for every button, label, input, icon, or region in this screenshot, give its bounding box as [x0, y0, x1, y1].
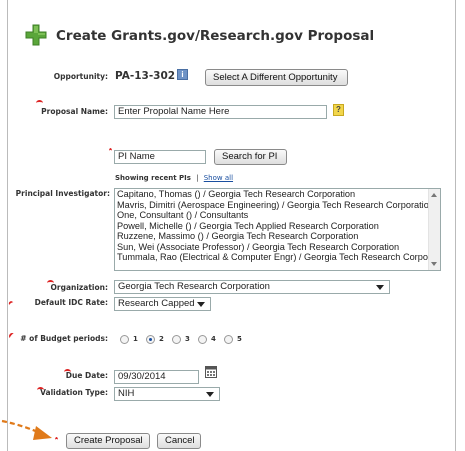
list-item[interactable]: Mavris, Dimitri (Aerospace Engineering) …: [115, 200, 440, 211]
select-different-opportunity-button[interactable]: Select A Different Opportunity: [205, 69, 348, 86]
budget-period-radio-1[interactable]: [120, 335, 129, 344]
list-item[interactable]: Sun, Wei (Associate Professor) / Georgia…: [115, 242, 440, 253]
idc-rate-value: Research Capped: [118, 298, 195, 309]
show-all-link[interactable]: Show all: [204, 174, 233, 182]
opportunity-label: Opportunity:: [53, 72, 108, 81]
separator: |: [196, 174, 199, 182]
validation-type-select[interactable]: NIH: [114, 387, 220, 401]
proposal-name-input[interactable]: Enter Propolal Name Here: [114, 105, 327, 119]
budget-period-label-5: 5: [237, 335, 242, 343]
list-item[interactable]: Ruzzene, Massimo () / Georgia Tech Resea…: [115, 231, 440, 242]
budget-periods-label: # of Budget periods:: [20, 334, 108, 343]
idc-rate-label: Default IDC Rate:: [34, 298, 108, 307]
budget-period-radio-2[interactable]: [146, 335, 155, 344]
chevron-down-icon: [206, 392, 214, 397]
budget-period-radio-4[interactable]: [198, 335, 207, 344]
budget-period-radio-5[interactable]: [224, 335, 233, 344]
budget-period-label-4: 4: [211, 335, 216, 343]
budget-period-label-1: 1: [133, 335, 138, 343]
chevron-down-icon: [197, 302, 205, 307]
scroll-up-icon[interactable]: [431, 193, 437, 197]
required-marker-icon: [55, 437, 58, 443]
budget-period-label-2: 2: [159, 335, 164, 343]
list-item[interactable]: Capitano, Thomas () / Georgia Tech Resea…: [115, 189, 440, 200]
info-icon[interactable]: i: [177, 69, 188, 80]
search-for-pi-button[interactable]: Search for PI: [214, 149, 287, 165]
listbox-scrollbar[interactable]: [428, 189, 440, 270]
principal-investigator-listbox[interactable]: Capitano, Thomas () / Georgia Tech Resea…: [114, 188, 441, 271]
page-title: Create Grants.gov/Research.gov Proposal: [56, 28, 375, 44]
validation-type-label: Validation Type:: [40, 388, 108, 397]
proposal-name-label: Proposal Name:: [41, 107, 108, 116]
recent-pis-label: Showing recent PIs: [115, 174, 191, 182]
principal-investigator-label: Principal Investigator:: [15, 189, 110, 198]
plus-icon: [25, 24, 47, 46]
scroll-down-icon[interactable]: [431, 262, 437, 266]
calendar-icon[interactable]: [205, 366, 217, 378]
due-date-label: Due Date:: [65, 371, 108, 380]
list-item[interactable]: Tummala, Rao (Electrical & Computer Engr…: [115, 252, 440, 263]
create-proposal-button[interactable]: Create Proposal: [66, 433, 150, 449]
required-marker-icon: [36, 100, 43, 106]
opportunity-value: PA-13-302: [115, 70, 176, 82]
due-date-input[interactable]: 09/30/2014: [114, 370, 199, 384]
organization-select[interactable]: Georgia Tech Research Corporation: [114, 280, 390, 294]
recent-pis-line: Showing recent PIs | Show all: [115, 174, 233, 182]
budget-period-label-3: 3: [185, 335, 190, 343]
organization-label: Organization:: [50, 283, 109, 292]
list-item[interactable]: Powell, Michelle () / Georgia Tech Appli…: [115, 221, 440, 232]
budget-period-radio-3[interactable]: [172, 335, 181, 344]
idc-rate-select[interactable]: Research Capped: [114, 297, 211, 311]
list-item[interactable]: One, Consultant () / Consultants: [115, 210, 440, 221]
pi-name-input[interactable]: PI Name: [114, 150, 206, 164]
chevron-down-icon: [376, 285, 384, 290]
validation-type-value: NIH: [118, 388, 135, 399]
pointer-arrow-icon: [1, 419, 52, 440]
organization-value: Georgia Tech Research Corporation: [118, 281, 270, 292]
required-marker-icon: [109, 148, 112, 154]
help-icon[interactable]: ?: [333, 104, 344, 116]
cancel-button[interactable]: Cancel: [157, 433, 201, 449]
